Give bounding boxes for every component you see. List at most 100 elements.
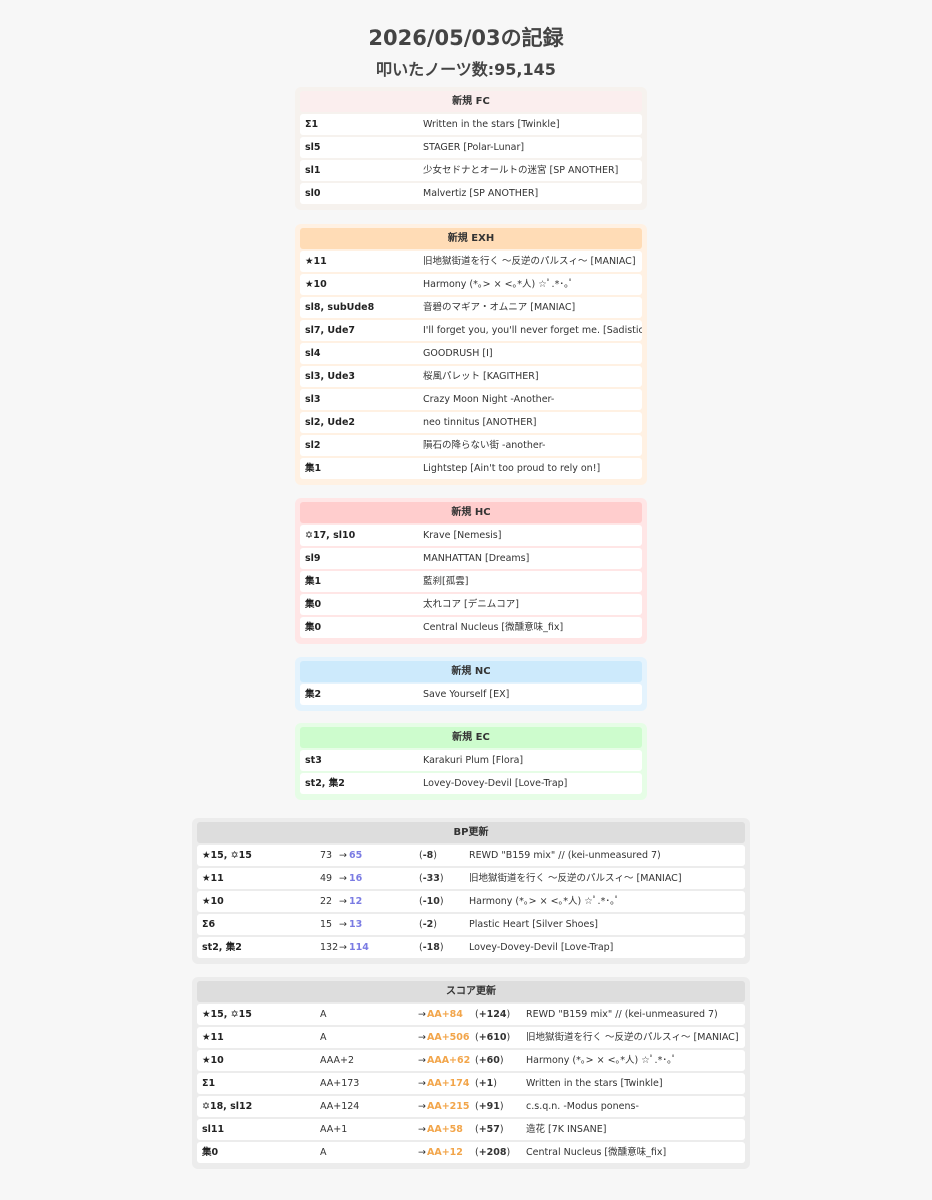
level-label: ✡17, sl10 — [305, 530, 356, 541]
record-row: st3 Karakuri Plum [Flora] — [300, 750, 642, 771]
song-title: Lightstep [Ain't too proud to rely on!] — [423, 463, 601, 474]
new-hc-section: 新規 HC ✡17, sl10 Krave [Nemesis] sl9 MANHATTA… — [295, 498, 647, 644]
level-label: ★11 — [202, 1032, 224, 1043]
song-title: Krave [Nemesis] — [423, 530, 502, 541]
after-value: AA+215 — [427, 1101, 470, 1112]
song-title: c.s.q.n. -Modus ponens- — [526, 1101, 639, 1112]
after-value: AA+506 — [427, 1032, 470, 1043]
diff-value: (+610) — [475, 1032, 511, 1043]
new-ec-section: 新規 EC st3 Karakuri Plum [Flora] st2, 集2 Love… — [295, 723, 647, 800]
diff-number: -18 — [422, 942, 440, 953]
song-title: REWD "B159 mix" // (kei-unmeasured 7) — [526, 1009, 718, 1020]
record-row: Σ1 Written in the stars [Twinkle] — [300, 114, 642, 135]
song-title: Harmony (*｡> × <｡*人) ☆ﾟ.*･｡ﾟ — [469, 896, 620, 907]
level-label: sl1 — [305, 165, 321, 176]
record-row: sl2, Ude2 neo tinnitus [ANOTHER] — [300, 412, 642, 433]
song-title: Written in the stars [Twinkle] — [423, 119, 560, 130]
record-row: 集2 Save Yourself [EX] — [300, 684, 642, 705]
ec-section-title: 新規 EC — [300, 727, 642, 748]
record-row: 集0 Central Nucleus [微醺意味_fix] — [300, 617, 642, 638]
song-title: Lovey-Dovey-Devil [Love-Trap] — [423, 778, 568, 789]
before-value: 73 — [320, 850, 333, 861]
song-title: 太れコア [デニムコア] — [423, 599, 519, 610]
level-label: 集1 — [305, 576, 322, 587]
after-value: AA+174 — [427, 1078, 470, 1089]
exh-section-title: 新規 EXH — [300, 228, 642, 249]
song-title: 桜風パレット [KAGITHER] — [423, 371, 539, 382]
record-row: 集1 Lightstep [Ain't too proud to rely on!… — [300, 458, 642, 479]
level-label: ★10 — [202, 896, 224, 907]
level-label: 集1 — [305, 463, 322, 474]
after-value: 12 — [349, 896, 363, 907]
before-value: 49 — [320, 873, 333, 884]
song-title: Plastic Heart [Silver Shoes] — [469, 919, 598, 930]
song-title: Malvertiz [SP ANOTHER] — [423, 188, 539, 199]
song-title: 少女セドナとオールトの迷宮 [SP ANOTHER] — [423, 165, 619, 176]
arrow-glyph: → — [339, 873, 347, 884]
song-title: STAGER [Polar-Lunar] — [423, 142, 525, 153]
update-row: ★11 A → AA+506 (+610) 旧地獄街道を行く 〜反逆のパルスィ〜 [MAN… — [197, 1027, 745, 1048]
record-row: 集0 太れコア [デニムコア] — [300, 594, 642, 615]
new-nc-section: 新規 NC 集2 Save Yourself [EX] — [295, 657, 647, 711]
score-update-section: スコア更新 ★15, ✡15 A → AA+84 (+124) REWD "B159 mix… — [192, 977, 750, 1169]
diff-value: (+91) — [475, 1101, 504, 1112]
diff-number: +91 — [478, 1101, 500, 1112]
before-value: A — [320, 1147, 327, 1158]
new-fc-section: 新規 FC Σ1 Written in the stars [Twinkle] sl5… — [295, 87, 647, 210]
diff-value: (+57) — [475, 1124, 504, 1135]
update-row: st2, 集2 132 → 114 (-18) Lovey-Dovey-Devil [Lo… — [197, 937, 745, 958]
before-value: 132 — [320, 942, 339, 953]
level-label: sl11 — [202, 1124, 225, 1135]
update-row: ★15, ✡15 A → AA+84 (+124) REWD "B159 mix" // … — [197, 1004, 745, 1025]
diff-value: (+60) — [475, 1055, 504, 1066]
level-label: ★11 — [202, 873, 224, 884]
record-row: sl4 GOODRUSH [I] — [300, 343, 642, 364]
record-row: 集1 藍刹[孤雲] — [300, 571, 642, 592]
after-value: AAA+62 — [427, 1055, 471, 1066]
diff-value: (-2) — [419, 919, 437, 930]
level-label: sl9 — [305, 553, 321, 564]
after-value: AA+84 — [427, 1009, 463, 1020]
after-value: AA+12 — [427, 1147, 463, 1158]
before-value: AA+124 — [320, 1101, 360, 1112]
diff-number: +208 — [478, 1147, 507, 1158]
song-title: neo tinnitus [ANOTHER] — [423, 417, 537, 428]
song-title: MANHATTAN [Dreams] — [423, 553, 530, 564]
record-row: ★11 旧地獄街道を行く 〜反逆のパルスィ〜 [MANIAC] — [300, 251, 642, 272]
bp-section-title: BP更新 — [197, 822, 745, 843]
bp-update-section: BP更新 ★15, ✡15 73 → 65 (-8) REWD "B159 mix" // … — [192, 818, 750, 964]
update-row: ★10 22 → 12 (-10) Harmony (*｡> × <｡*人) ☆ﾟ.*･｡… — [197, 891, 745, 912]
record-row: sl2 隕石の降らない街 -another- — [300, 435, 642, 456]
update-row: ★15, ✡15 73 → 65 (-8) REWD "B159 mix" // (kei… — [197, 845, 745, 866]
arrow-glyph: → — [418, 1147, 426, 1158]
arrow-glyph: → — [418, 1055, 426, 1066]
arrow-glyph: → — [418, 1124, 426, 1135]
song-title: Central Nucleus [微醺意味_fix] — [423, 622, 564, 633]
song-title: Central Nucleus [微醺意味_fix] — [526, 1147, 667, 1158]
update-row: ★11 49 → 16 (-33) 旧地獄街道を行く 〜反逆のパルスィ〜 [MANIAC] — [197, 868, 745, 889]
page-title: 2026/05/03の記録 — [368, 26, 564, 50]
before-value: AA+173 — [320, 1078, 360, 1089]
update-row: Σ1 AA+173 → AA+174 (+1) Written in the stars … — [197, 1073, 745, 1094]
hc-section-title: 新規 HC — [300, 502, 642, 523]
level-label: ★15, ✡15 — [202, 1009, 252, 1020]
new-exh-section: 新規 EXH ★11 旧地獄街道を行く 〜反逆のパルスィ〜 [MANIAC] ★10 H… — [295, 224, 647, 485]
before-value: 15 — [320, 919, 333, 930]
record-row: st2, 集2 Lovey-Dovey-Devil [Love-Trap] — [300, 773, 642, 794]
before-value: 22 — [320, 896, 333, 907]
record-row: sl1 少女セドナとオールトの迷宮 [SP ANOTHER] — [300, 160, 642, 181]
song-title: 隕石の降らない街 -another- — [423, 440, 546, 451]
diff-value: (+124) — [475, 1009, 511, 1020]
before-value: A — [320, 1032, 327, 1043]
level-label: 集0 — [202, 1147, 219, 1158]
diff-number: +1 — [478, 1078, 494, 1089]
diff-value: (-8) — [419, 850, 437, 861]
after-value: 13 — [349, 919, 363, 930]
notes-count: 叩いたノーツ数:95,145 — [376, 60, 556, 79]
level-label: 集0 — [305, 622, 322, 633]
arrow-glyph: → — [418, 1009, 426, 1020]
level-label: ✡18, sl12 — [202, 1101, 253, 1112]
level-label: sl5 — [305, 142, 321, 153]
update-row: ★10 AAA+2 → AAA+62 (+60) Harmony (*｡> × <｡*人)… — [197, 1050, 745, 1071]
level-label: sl8, subUde8 — [305, 302, 375, 313]
